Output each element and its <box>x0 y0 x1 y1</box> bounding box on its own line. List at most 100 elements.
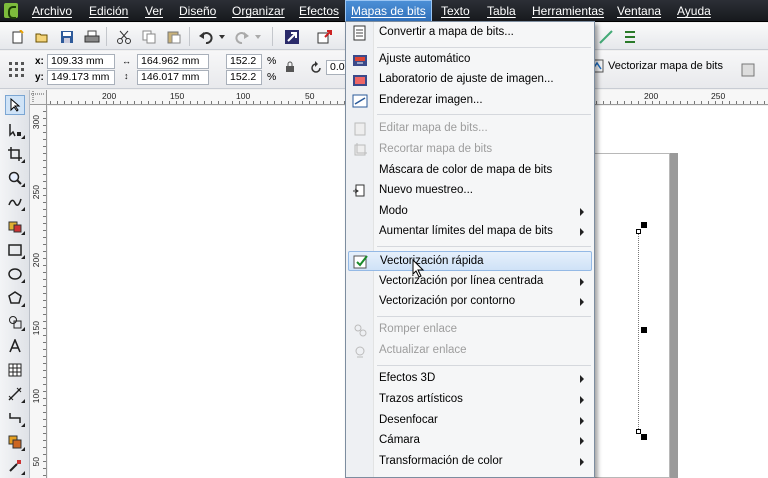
undo-dropdown-icon[interactable] <box>217 27 227 46</box>
cut-icon[interactable] <box>114 27 133 46</box>
menu-item-desenfocar[interactable]: Desenfocar <box>348 411 592 431</box>
zoom-tool-icon[interactable] <box>5 168 25 188</box>
menu-edicion[interactable]: Edición <box>84 0 133 22</box>
menu-item-vectorizacion-contorno[interactable]: Vectorización por contorno <box>348 292 592 312</box>
crop-tool-icon[interactable] <box>5 144 25 164</box>
text-tool-icon[interactable] <box>5 336 25 356</box>
scale-y-input[interactable]: 152.2 <box>226 70 262 85</box>
menu-tabla[interactable]: Tabla <box>482 0 521 22</box>
crop-bitmap-icon <box>351 141 369 159</box>
save-icon[interactable] <box>57 27 76 46</box>
straighten-icon <box>351 92 369 110</box>
ruler-origin-icon[interactable] <box>30 90 47 105</box>
open-folder-icon[interactable] <box>32 27 51 46</box>
redo-icon[interactable] <box>232 27 251 46</box>
width-input[interactable]: 164.962 mm <box>137 54 209 69</box>
menu-efectos[interactable]: Efectos <box>294 0 344 22</box>
bitmap-options-icon[interactable] <box>738 60 757 79</box>
selection-handle[interactable] <box>636 229 641 234</box>
menu-item-vectorizacion-rapida[interactable]: Vectorización rápida <box>348 251 592 271</box>
pick-tool-icon[interactable] <box>5 95 25 115</box>
polygon-tool-icon[interactable] <box>5 288 25 308</box>
x-position-input[interactable]: 109.33 mm <box>47 54 115 69</box>
toolbar-separator <box>189 27 190 46</box>
break-link-icon <box>351 321 369 339</box>
ruler-tick: 200 <box>102 91 117 101</box>
copy-icon[interactable] <box>139 27 158 46</box>
redo-dropdown-icon[interactable] <box>253 27 263 46</box>
resample-icon <box>351 182 369 200</box>
ruler-tick: 200 <box>31 253 41 268</box>
vectorize-bitmap-button[interactable]: Vectorizar mapa de bits <box>590 59 723 73</box>
rotation-input[interactable]: 0.0 <box>326 60 346 75</box>
export-icon[interactable] <box>315 27 334 46</box>
menu-ventana[interactable]: Ventana <box>612 0 666 22</box>
menu-item-modo[interactable]: Modo <box>348 202 592 222</box>
menu-archivo[interactable]: Archivo <box>27 0 77 22</box>
menu-mapas-de-bits[interactable]: Mapas de bits <box>345 0 432 22</box>
menu-item-ajuste-automatico[interactable]: Ajuste automático <box>348 50 592 70</box>
snap-icon[interactable] <box>596 27 615 46</box>
print-icon[interactable] <box>82 27 101 46</box>
eyedropper-tool-icon[interactable] <box>5 456 25 476</box>
selection-outline <box>638 231 639 431</box>
dimension-tool-icon[interactable] <box>5 384 25 404</box>
import-icon[interactable] <box>282 27 301 46</box>
menu-item-camara[interactable]: Cámara <box>348 431 592 451</box>
freehand-tool-icon[interactable] <box>5 192 25 212</box>
menu-ayuda[interactable]: Ayuda <box>672 0 716 22</box>
width-icon: ↔ <box>122 56 131 66</box>
options-icon[interactable] <box>620 27 639 46</box>
connector-tool-icon[interactable] <box>5 408 25 428</box>
menu-organizar[interactable]: Organizar <box>227 0 290 22</box>
ruler-tick: 250 <box>31 185 41 200</box>
vertical-ruler: 300 250 200 150 100 50 <box>30 105 47 478</box>
rotate-icon[interactable] <box>308 60 324 76</box>
ruler-tick: 150 <box>31 321 41 336</box>
menu-item-aumentar-limites[interactable]: Aumentar límites del mapa de bits <box>348 222 592 242</box>
scale-x-input[interactable]: 152.2 <box>226 54 262 69</box>
submenu-arrow-icon <box>580 278 584 286</box>
ellipse-tool-icon[interactable] <box>5 264 25 284</box>
menu-item-mascara-color[interactable]: Máscara de color de mapa de bits <box>348 161 592 181</box>
menu-item-recortar-mapa-de-bits: Recortar mapa de bits <box>348 140 592 160</box>
menu-separator <box>377 316 591 317</box>
height-icon: ↕ <box>124 71 129 81</box>
y-label: y: <box>35 72 44 83</box>
menu-item-trazos-artisticos[interactable]: Trazos artísticos <box>348 390 592 410</box>
convert-bitmap-icon <box>351 24 369 42</box>
height-input[interactable]: 146.017 mm <box>137 70 209 85</box>
object-origin-icon[interactable] <box>6 59 25 78</box>
menu-item-enderezar-imagen[interactable]: Enderezar imagen... <box>348 91 592 111</box>
shape-tool-icon[interactable] <box>5 120 25 140</box>
update-link-icon <box>351 342 369 360</box>
menu-item-convertir-mapa-de-bits[interactable]: Convertir a mapa de bits... <box>348 23 592 43</box>
submenu-arrow-icon <box>580 228 584 236</box>
submenu-arrow-icon <box>580 437 584 445</box>
menu-item-efectos-3d[interactable]: Efectos 3D <box>348 369 592 389</box>
menu-ver[interactable]: Ver <box>140 0 168 22</box>
interactive-tool-icon[interactable] <box>5 432 25 452</box>
vectorize-label: Vectorizar mapa de bits <box>608 60 723 72</box>
menu-diseno[interactable]: Diseño <box>174 0 221 22</box>
basic-shapes-tool-icon[interactable] <box>5 312 25 332</box>
menu-texto[interactable]: Texto <box>436 0 475 22</box>
selection-handle[interactable] <box>641 327 647 333</box>
menu-bar: Archivo Edición Ver Diseño Organizar Efe… <box>0 0 768 22</box>
menu-item-vectorizacion-linea-centrada[interactable]: Vectorización por línea centrada <box>348 272 592 292</box>
menu-item-transformacion-color[interactable]: Transformación de color <box>348 452 592 472</box>
selection-handle[interactable] <box>641 222 647 228</box>
paste-icon[interactable] <box>164 27 183 46</box>
rectangle-tool-icon[interactable] <box>5 240 25 260</box>
undo-icon[interactable] <box>196 27 215 46</box>
lock-ratio-icon[interactable] <box>283 60 297 74</box>
menu-item-nuevo-muestreo[interactable]: Nuevo muestreo... <box>348 181 592 201</box>
smart-fill-tool-icon[interactable] <box>5 216 25 236</box>
ruler-tick: 150 <box>170 91 185 101</box>
menu-item-laboratorio-ajuste[interactable]: Laboratorio de ajuste de imagen... <box>348 70 592 90</box>
y-position-input[interactable]: 149.173 mm <box>47 70 115 85</box>
new-document-icon[interactable] <box>8 27 27 46</box>
menu-herramientas[interactable]: Herramientas <box>527 0 609 22</box>
table-tool-icon[interactable] <box>5 360 25 380</box>
selection-handle[interactable] <box>641 434 647 440</box>
